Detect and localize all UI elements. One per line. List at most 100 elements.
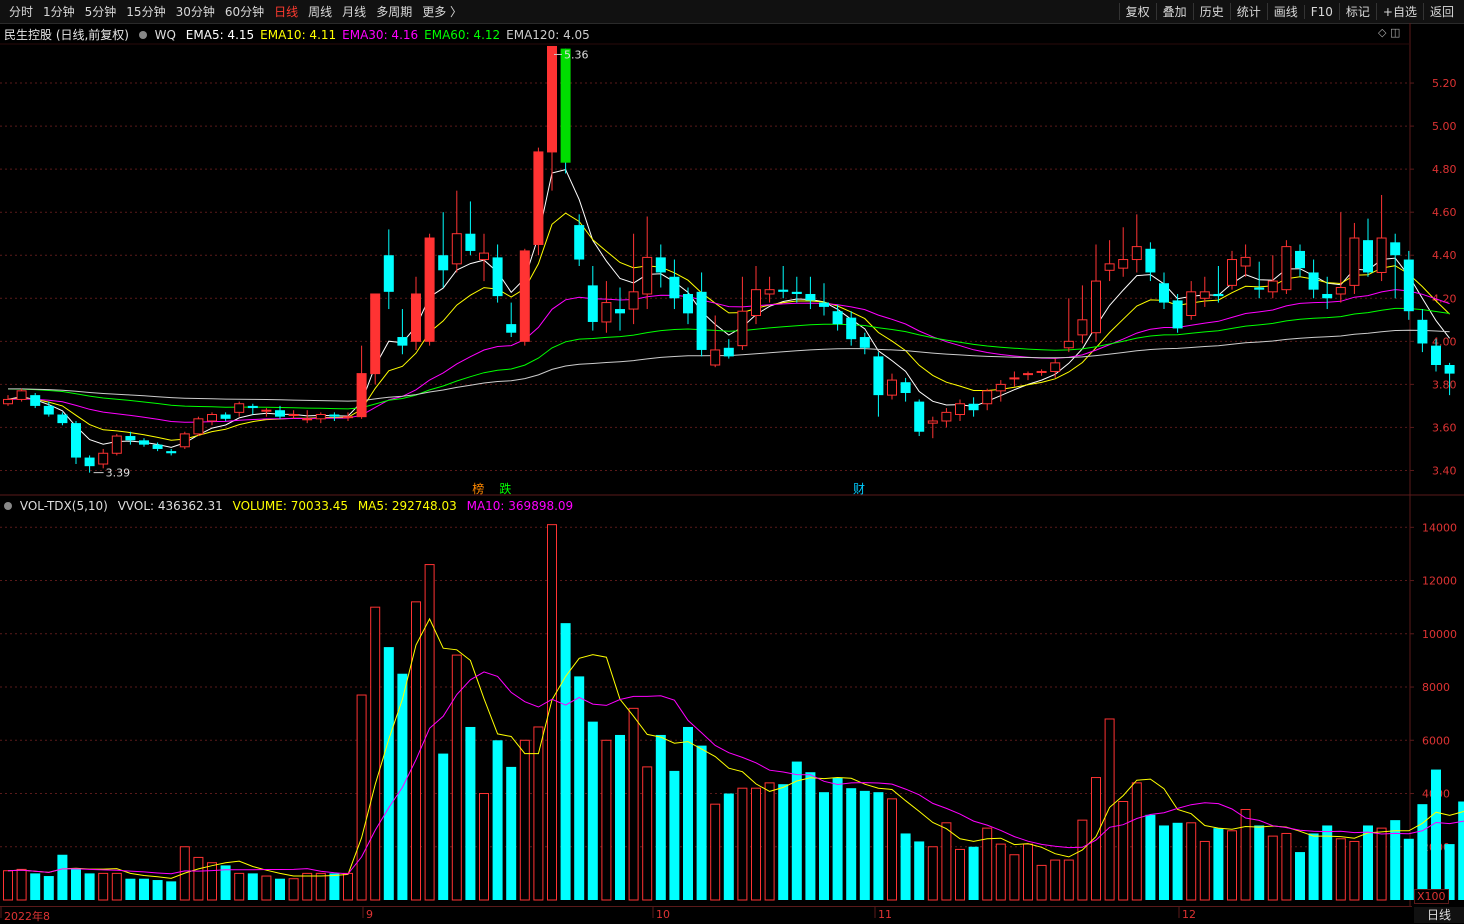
candle-body: [669, 276, 680, 299]
candle-body: [1308, 272, 1319, 290]
volume-bar: [1295, 852, 1305, 900]
kline-chart[interactable]: 5.205.004.804.604.404.204.003.803.603.40…: [0, 0, 1464, 923]
price-tick-label: 3.80: [1432, 378, 1457, 391]
date-axis-label: 2022年8: [4, 910, 50, 923]
volume-unit: X100: [1414, 889, 1449, 904]
candle-body: [1322, 293, 1333, 299]
volume-bar: [125, 878, 136, 900]
volume-bar: [1431, 769, 1441, 900]
candle-body: [1063, 340, 1074, 349]
candle-body: [1444, 365, 1455, 374]
volume-bar: [859, 790, 870, 900]
candle-body: [1104, 263, 1115, 271]
candle-body: [615, 309, 625, 314]
candle-body: [84, 457, 95, 467]
volume-bar: [16, 868, 27, 901]
volume-bar: [819, 792, 829, 900]
candle-body: [3, 398, 13, 405]
volume-bar: [1417, 804, 1428, 900]
price-tick-label: 5.00: [1432, 120, 1457, 133]
candle-body: [1199, 291, 1210, 299]
volume-bar: [139, 878, 149, 900]
volume-bar: [723, 793, 734, 900]
volume-bar: [1091, 777, 1101, 901]
candle-body: [574, 225, 585, 260]
volume-bar: [343, 872, 353, 901]
candle-body: [995, 383, 1006, 392]
volume-bar: [805, 772, 816, 900]
volume-bar: [955, 848, 965, 901]
candle-body: [1145, 248, 1156, 273]
volume-bar: [1227, 830, 1237, 901]
volume-bar: [438, 753, 449, 900]
volume-bar: [1363, 825, 1373, 900]
candle-body: [1254, 287, 1265, 290]
candle-body: [479, 252, 489, 261]
candle-body: [451, 233, 462, 265]
price-tick-label: 4.60: [1432, 206, 1457, 219]
volume-bar: [220, 865, 231, 900]
price-tick-label: 3.60: [1432, 421, 1457, 434]
volume-bar: [288, 878, 299, 901]
candle-body: [397, 337, 408, 346]
volume-tick-label: 10000: [1422, 628, 1457, 641]
volume-bar: [873, 792, 884, 900]
volume-bar: [43, 876, 54, 900]
candle-body: [438, 255, 449, 271]
candle-body: [288, 414, 299, 417]
period-indicator[interactable]: 日线: [1414, 907, 1464, 923]
candle-body: [166, 451, 177, 454]
candle-body: [778, 289, 789, 292]
volume-bar: [84, 873, 95, 900]
date-axis-label: 12: [1182, 908, 1196, 921]
candle-body: [1390, 242, 1401, 256]
candle-body: [234, 403, 245, 413]
volume-bar: [1199, 840, 1210, 901]
volume-bar: [315, 872, 326, 901]
volume-bar: [1145, 814, 1156, 900]
volume-bar: [846, 788, 857, 900]
volume-bar: [927, 846, 938, 901]
price-tick-label: 3.40: [1432, 464, 1457, 477]
volume-tick-label: 8000: [1422, 681, 1450, 694]
candle-body: [383, 255, 394, 292]
volume-bar: [764, 782, 775, 901]
candle-body: [1227, 259, 1237, 286]
candle-body: [1417, 319, 1428, 344]
volume-bar: [914, 841, 925, 900]
volume-bar: [968, 846, 979, 900]
candle-body: [1431, 345, 1441, 366]
volume-bar: [1390, 820, 1401, 900]
volume-bar: [166, 881, 177, 900]
candle-body: [887, 379, 897, 396]
candle-body: [71, 423, 81, 458]
volume-bar: [370, 606, 381, 901]
event-marker: 财: [853, 482, 865, 496]
candle-body: [982, 390, 993, 405]
candle-body: [723, 347, 734, 357]
volume-bar: [207, 862, 217, 901]
volume-bar: [560, 623, 571, 900]
candle-body: [1159, 283, 1169, 303]
volume-bar: [1131, 782, 1142, 901]
candle-body: [302, 418, 313, 421]
date-axis-label: 10: [656, 908, 670, 921]
volume-bar: [696, 745, 707, 900]
volume-bar: [329, 873, 340, 900]
volume-bar: [1172, 822, 1183, 900]
candle-body: [424, 237, 435, 342]
volume-bar: [302, 872, 313, 901]
volume-bar: [1050, 859, 1061, 901]
volume-bar: [1240, 808, 1251, 901]
volume-bar: [1213, 828, 1224, 900]
candle-body: [1213, 293, 1224, 297]
candle-body: [547, 45, 557, 153]
candle-body: [261, 409, 272, 412]
candle-body: [139, 440, 149, 445]
candle-body: [900, 382, 911, 393]
volume-bar: [1023, 843, 1033, 901]
date-axis-label: 9: [366, 908, 373, 921]
candle-body: [343, 416, 353, 419]
price-tick-label: 5.20: [1432, 77, 1457, 90]
candle-body: [1131, 246, 1142, 261]
